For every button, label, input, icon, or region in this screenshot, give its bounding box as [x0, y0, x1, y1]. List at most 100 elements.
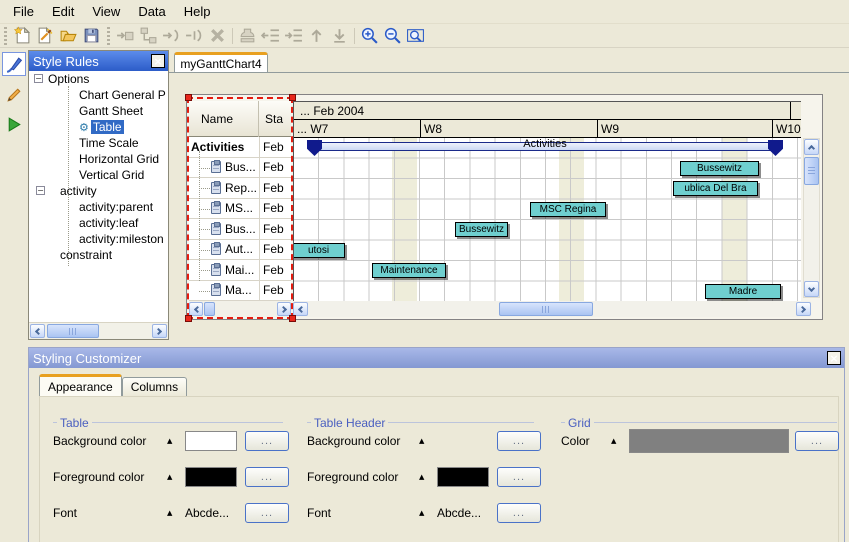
close-icon[interactable]: ×	[827, 351, 841, 365]
table-row-ma[interactable]: Ma...Feb	[189, 281, 291, 302]
gantt-sheet[interactable]: ... Feb 2004 ... W7W8W9W10 ActivitiesBus…	[293, 101, 801, 301]
tree-item-activity-mileston[interactable]: activity:mileston	[29, 231, 168, 247]
tree-item-table[interactable]: ⚙Table	[29, 119, 168, 135]
gantt-vscrollbar[interactable]	[803, 138, 820, 298]
edit-pencil-icon[interactable]	[2, 82, 26, 106]
tree-expander-icon[interactable]: −	[36, 186, 45, 195]
column-header-name[interactable]: Name	[189, 101, 259, 137]
week-label-w8: W8	[420, 120, 597, 137]
table-font-ellipsis-button[interactable]: ...	[245, 503, 289, 523]
gantt-hscrollbar[interactable]	[293, 301, 811, 317]
selection-handle[interactable]	[185, 315, 192, 322]
table-row-aut[interactable]: Aut...Feb	[189, 240, 291, 261]
scroll-thumb[interactable]	[804, 157, 819, 185]
activity-bar-msc-regina[interactable]: MSC Regina	[530, 202, 606, 217]
tab-myganttchart4[interactable]: myGanttChart4	[174, 52, 268, 73]
scroll-thumb[interactable]	[47, 324, 99, 338]
menu-help[interactable]: Help	[175, 1, 220, 22]
zoom-out-icon[interactable]	[381, 25, 404, 47]
menu-edit[interactable]: Edit	[43, 1, 83, 22]
menu-file[interactable]: File	[4, 1, 43, 22]
gantt-sheet-body[interactable]: ActivitiesBussewitzublica Del BraMSC Reg…	[294, 138, 801, 301]
tree-item-label: constraint	[60, 248, 112, 262]
new-document-icon[interactable]	[11, 25, 34, 47]
selection-handle[interactable]	[185, 94, 192, 101]
scroll-down-button[interactable]	[804, 281, 819, 297]
menu-view[interactable]: View	[83, 1, 129, 22]
scroll-thumb[interactable]	[204, 302, 215, 316]
close-icon[interactable]: ×	[151, 54, 165, 68]
tree-item-label: activity:leaf	[79, 216, 138, 230]
timescale-month-row[interactable]: ... Feb 2004	[294, 102, 801, 120]
property-value-cell	[629, 429, 795, 453]
table-header-background-color-ellipsis-button[interactable]: ...	[497, 431, 541, 451]
table-row-bus[interactable]: Bus...Feb	[189, 158, 291, 179]
tree-item-activity-parent[interactable]: activity:parent	[29, 199, 168, 215]
menu-data[interactable]: Data	[129, 1, 174, 22]
column-header-start[interactable]: Sta	[259, 101, 291, 137]
save-icon[interactable]	[80, 25, 103, 47]
tree-item-vertical-grid[interactable]: Vertical Grid	[29, 167, 168, 183]
tree-item-chart-general-p[interactable]: Chart General P	[29, 87, 168, 103]
tab-appearance[interactable]: Appearance	[39, 374, 122, 396]
grid-color-ellipsis-button[interactable]: ...	[795, 431, 839, 451]
side-toolbar	[0, 48, 28, 338]
insert-child-activity-icon	[137, 25, 160, 47]
activity-bar-bussewitz[interactable]: Bussewitz	[455, 222, 508, 237]
scroll-right-button[interactable]	[796, 302, 811, 316]
tree-line	[199, 209, 210, 210]
table-row-ms[interactable]: MS...Feb	[189, 199, 291, 220]
table-header-foreground-color-ellipsis-button[interactable]: ...	[497, 467, 541, 487]
cell-name: Bus...	[225, 222, 256, 236]
activity-bar-bussewitz[interactable]: Bussewitz	[680, 161, 759, 176]
scroll-thumb[interactable]	[499, 302, 593, 316]
table-row-bus[interactable]: Bus...Feb	[189, 219, 291, 240]
scroll-left-button[interactable]	[30, 324, 45, 338]
activity-bar-maintenance[interactable]: Maintenance	[372, 263, 446, 278]
scroll-left-button[interactable]	[293, 302, 308, 316]
scroll-right-button[interactable]	[152, 324, 167, 338]
activity-icon	[211, 182, 221, 194]
tree-item-label: Vertical Grid	[79, 168, 144, 182]
open-icon[interactable]	[57, 25, 80, 47]
gantt-table[interactable]: Name Sta ActivitiesFebBus...FebRep...Feb…	[189, 101, 291, 301]
scroll-right-button[interactable]	[277, 302, 291, 316]
tree-item-options[interactable]: −Options	[29, 71, 168, 87]
tree-expander-icon[interactable]: −	[34, 74, 43, 83]
table-row-rep[interactable]: Rep...Feb	[189, 178, 291, 199]
tab-columns[interactable]: Columns	[122, 377, 187, 396]
activity-icon	[211, 202, 221, 214]
scroll-up-button[interactable]	[804, 139, 819, 155]
scroll-left-button[interactable]	[189, 302, 203, 316]
activity-bar-ublica-del-bra[interactable]: ublica Del Bra	[673, 181, 758, 196]
table-header-font-ellipsis-button[interactable]: ...	[497, 503, 541, 523]
cell-start: Feb	[259, 137, 291, 157]
table-row-mai[interactable]: Mai... Feb	[189, 260, 291, 281]
activity-bar-madre[interactable]: Madre	[705, 284, 781, 299]
selection-handle[interactable]	[289, 94, 296, 101]
table-row-activities[interactable]: ActivitiesFeb	[189, 137, 291, 158]
table-hscrollbar[interactable]	[189, 301, 291, 317]
outdent-icon	[259, 25, 282, 47]
timescale-week-row[interactable]: ... W7W8W9W10	[294, 120, 801, 138]
indent-icon	[282, 25, 305, 47]
triangle-icon: ▲	[419, 510, 437, 517]
style-brush-icon[interactable]	[2, 52, 26, 76]
style-wizard-icon[interactable]	[34, 25, 57, 47]
activity-bar-utosi[interactable]: utosi	[293, 243, 345, 258]
zoom-in-icon[interactable]	[358, 25, 381, 47]
cell-name: Mai...	[225, 263, 254, 277]
run-icon[interactable]	[2, 112, 26, 136]
tree-item-activity[interactable]: −activity	[29, 183, 168, 199]
tree-item-gantt-sheet[interactable]: Gantt Sheet	[29, 103, 168, 119]
table-foreground-color-ellipsis-button[interactable]: ...	[245, 467, 289, 487]
cell-start: Feb	[259, 260, 291, 280]
table-background-color-ellipsis-button[interactable]: ...	[245, 431, 289, 451]
style-rules-hscrollbar[interactable]	[29, 322, 168, 339]
tree-item-time-scale[interactable]: Time Scale	[29, 135, 168, 151]
tree-item-activity-leaf[interactable]: activity:leaf	[29, 215, 168, 231]
tree-item-horizontal-grid[interactable]: Horizontal Grid	[29, 151, 168, 167]
tree-item-constraint[interactable]: constraint	[29, 247, 168, 263]
zoom-fit-icon[interactable]	[404, 25, 427, 47]
selection-handle[interactable]	[289, 315, 296, 322]
